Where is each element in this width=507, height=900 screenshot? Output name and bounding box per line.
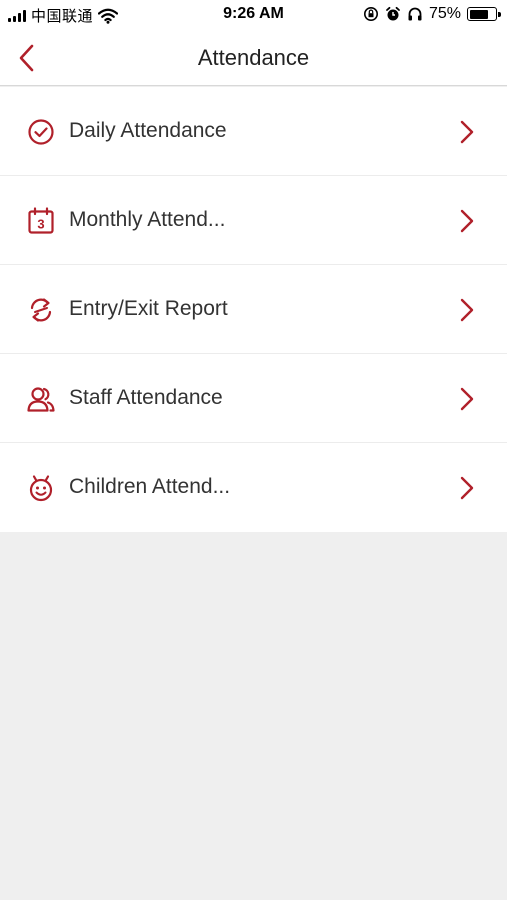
nav-bar: Attendance [0, 30, 507, 86]
battery-percent: 75% [428, 5, 461, 22]
headphones-icon [408, 7, 422, 21]
people-icon [27, 387, 55, 412]
swap-arrows-icon [30, 298, 52, 322]
orientation-lock-icon [363, 7, 378, 21]
menu-item-monthly-attendance[interactable]: 3 Monthly Attend... [0, 176, 507, 265]
chevron-right-icon [460, 120, 474, 144]
child-face-icon [29, 475, 53, 502]
calendar-day-number: 3 [37, 217, 44, 232]
status-bar: 中国联通 9:26 AM 75% [0, 0, 507, 30]
chevron-right-icon [460, 476, 474, 500]
menu-item-label: Staff Attendance [69, 386, 223, 409]
menu-item-entry-exit-report[interactable]: Entry/Exit Report [0, 265, 507, 354]
status-right: 75% [363, 5, 501, 23]
chevron-right-icon [460, 387, 474, 411]
battery-fill [469, 9, 489, 19]
menu-item-label: Daily Attendance [69, 119, 227, 142]
battery-icon [467, 7, 501, 21]
screen: 中国联通 9:26 AM 75% Attendance Daily Attend… [0, 0, 507, 900]
menu-item-staff-attendance[interactable]: Staff Attendance [0, 354, 507, 443]
battery-tip [498, 12, 501, 17]
alarm-icon [386, 6, 400, 21]
menu-item-label: Entry/Exit Report [69, 297, 228, 320]
menu-item-label: Children Attend... [69, 475, 231, 498]
chevron-right-icon [460, 209, 474, 233]
menu-item-daily-attendance[interactable]: Daily Attendance [0, 87, 507, 176]
chevron-right-icon [460, 298, 474, 322]
calendar-icon: 3 [28, 207, 54, 234]
menu-item-children-attendance[interactable]: Children Attend... [0, 443, 507, 532]
check-circle-icon [28, 119, 54, 145]
page-title: Attendance [197, 45, 310, 70]
menu-item-label: Monthly Attend... [69, 208, 226, 231]
attendance-menu: Daily Attendance 3 Monthly Attend... Ent… [0, 87, 507, 532]
